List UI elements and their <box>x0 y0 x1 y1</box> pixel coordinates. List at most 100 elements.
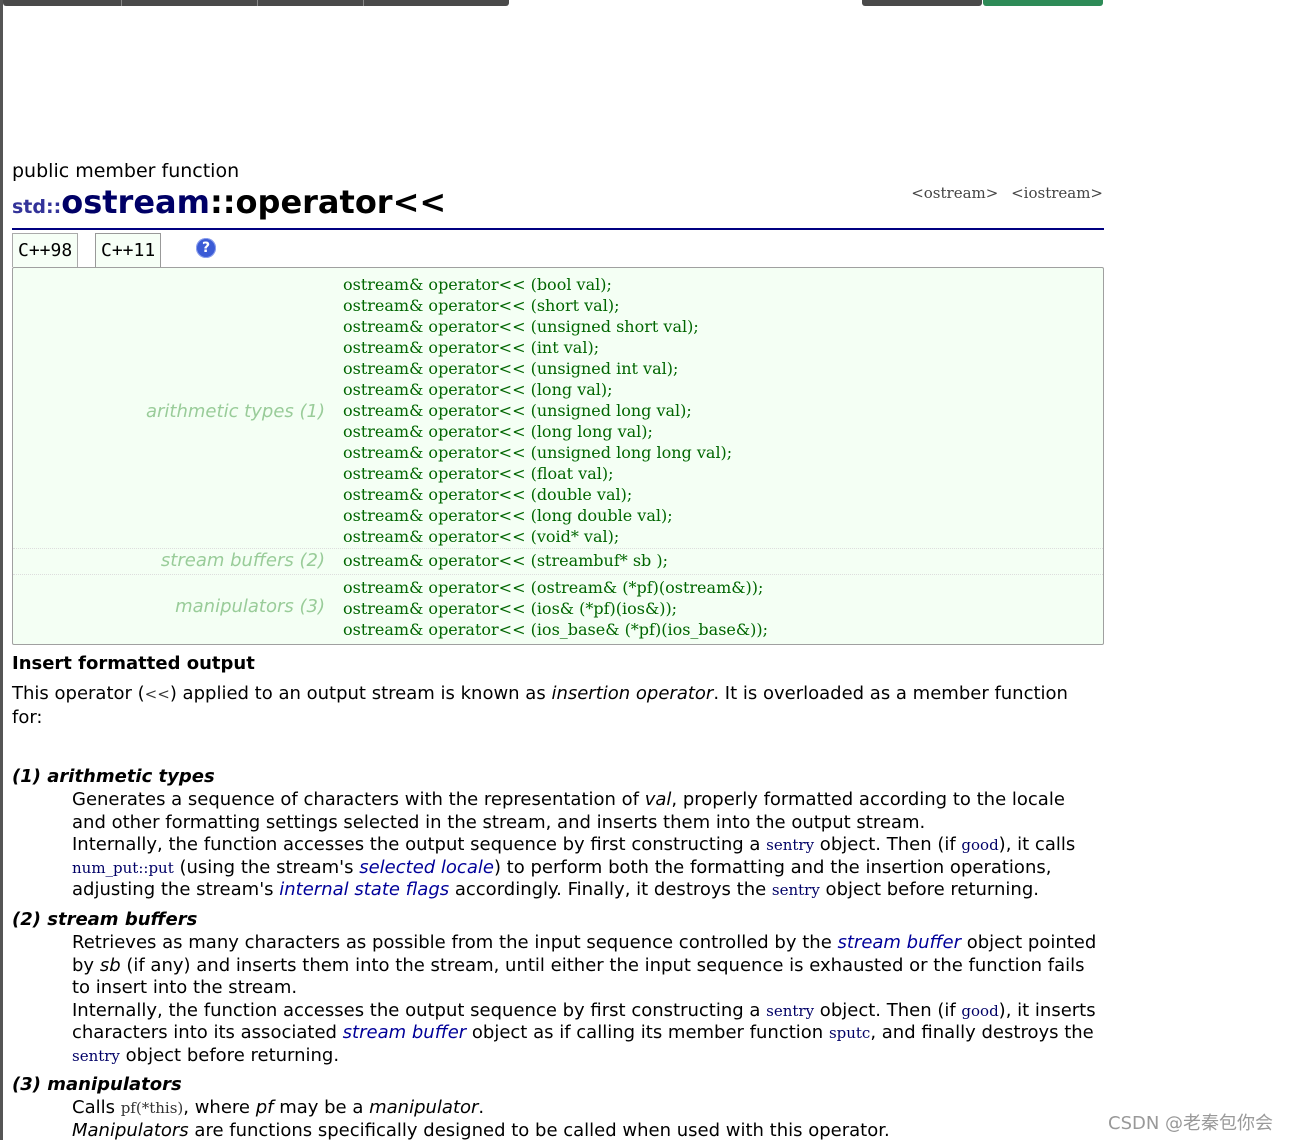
text: Generates a sequence of characters with … <box>72 789 645 810</box>
decl-group-streambuf: stream buffers (2) ostream& operator<< (… <box>13 548 1103 574</box>
declaration-line: ostream& operator<< (ostream& (*pf)(ostr… <box>343 577 768 598</box>
term: manipulator <box>369 1097 478 1118</box>
top-nav-button[interactable] <box>862 0 982 6</box>
paragraph: Calls pf(*this), where pf may be a manip… <box>72 1097 1102 1120</box>
help-icon[interactable]: ? <box>196 238 216 258</box>
text: ) applied to an output stream is known a… <box>170 683 552 704</box>
text: object before returning. <box>120 1045 339 1066</box>
link-stream-buffer[interactable]: stream buffer <box>837 932 961 953</box>
text: This operator ( <box>12 683 145 704</box>
group-label: manipulators (3) <box>175 596 325 617</box>
code-link-sputc[interactable]: sputc <box>829 1024 870 1042</box>
paragraph: Retrieves as many characters as possible… <box>72 932 1102 1000</box>
declarations-panel: arithmetic types (1) ostream& operator<<… <box>12 267 1104 645</box>
text: (using the stream's <box>174 857 359 878</box>
declaration-line: ostream& operator<< (void* val); <box>343 526 732 547</box>
code-link-sentry[interactable]: sentry <box>766 836 814 854</box>
text: Internally, the function accesses the ou… <box>72 834 766 855</box>
text: (if any) and inserts them into the strea… <box>72 955 1085 999</box>
code-link-sentry[interactable]: sentry <box>766 1002 814 1020</box>
text: , and finally destroys the <box>870 1022 1093 1043</box>
left-border <box>0 0 3 1140</box>
decl-lines: ostream& operator<< (ostream& (*pf)(ostr… <box>343 577 768 640</box>
text: object before returning. <box>820 879 1039 900</box>
operator-code: << <box>145 685 170 703</box>
group-label: stream buffers (2) <box>161 550 325 571</box>
term: insertion operator <box>551 683 713 704</box>
param-name: pf <box>256 1097 274 1118</box>
item-body-buffers: Retrieves as many characters as possible… <box>72 932 1102 1067</box>
group-label: arithmetic types (1) <box>146 401 325 422</box>
declaration-line: ostream& operator<< (bool val); <box>343 274 732 295</box>
declaration-line: ostream& operator<< (ios& (*pf)(ios&)); <box>343 598 768 619</box>
item-title-buffers: (2) stream buffers <box>12 909 197 930</box>
tab-cpp98[interactable]: C++98 <box>12 233 78 267</box>
watermark: CSDN @老秦包你会 <box>1108 1109 1273 1135</box>
paragraph: Internally, the function accesses the ou… <box>72 834 1102 902</box>
text: are functions specifically designed to b… <box>189 1120 890 1141</box>
top-nav-bar[interactable] <box>3 0 509 6</box>
declaration-line: ostream& operator<< (short val); <box>343 295 732 316</box>
code: pf(*this) <box>121 1099 184 1117</box>
text: ), it calls <box>999 834 1076 855</box>
header-link-ostream[interactable]: <ostream> <box>911 184 998 202</box>
item-title-manipulators: (3) manipulators <box>12 1074 182 1095</box>
member-name: operator<< <box>236 183 447 221</box>
declaration-line: ostream& operator<< (long double val); <box>343 505 732 526</box>
item-title-arithmetic: (1) arithmetic types <box>12 766 215 787</box>
code-link-sentry[interactable]: sentry <box>72 1047 120 1065</box>
text: accordingly. Finally, it destroys the <box>449 879 772 900</box>
paragraph: Internally, the function accesses the ou… <box>72 1000 1102 1068</box>
link-internal-state-flags[interactable]: internal state flags <box>279 879 449 900</box>
param-name: sb <box>100 955 121 976</box>
declaration-line: ostream& operator<< (int val); <box>343 337 732 358</box>
top-nav-button-active[interactable] <box>983 0 1103 6</box>
scope-separator: :: <box>210 183 236 221</box>
header-link-iostream[interactable]: <iostream> <box>1011 184 1103 202</box>
text: object. Then (if <box>814 834 961 855</box>
code-link-good[interactable]: good <box>961 836 998 854</box>
paragraph: Manipulators are functions specifically … <box>72 1120 1102 1142</box>
text: Calls <box>72 1097 121 1118</box>
text: Internally, the function accesses the ou… <box>72 1000 766 1021</box>
declaration-line: ostream& operator<< (unsigned long val); <box>343 400 732 421</box>
item-body-manipulators: Calls pf(*this), where pf may be a manip… <box>72 1097 1102 1142</box>
decl-lines: ostream& operator<< (bool val); ostream&… <box>343 274 732 547</box>
declaration-line: ostream& operator<< (float val); <box>343 463 732 484</box>
text: , where <box>183 1097 255 1118</box>
text: object as if calling its member function <box>466 1022 829 1043</box>
item-body-arithmetic: Generates a sequence of characters with … <box>72 789 1102 902</box>
decl-group-manipulators: manipulators (3) ostream& operator<< (os… <box>13 574 1103 643</box>
code-link-num-put[interactable]: num_put::put <box>72 859 174 877</box>
param-name: val <box>645 789 672 810</box>
version-tabs: C++98 C++11 ? <box>12 233 1104 268</box>
paragraph: Generates a sequence of characters with … <box>72 789 1102 834</box>
title-divider <box>12 228 1104 230</box>
header-files: <ostream> <iostream> <box>903 184 1103 202</box>
code-link-sentry[interactable]: sentry <box>772 881 820 899</box>
page-title: std::ostream::operator<< <box>12 183 446 221</box>
declaration-line: ostream& operator<< (long val); <box>343 379 732 400</box>
declaration-line: ostream& operator<< (unsigned long long … <box>343 442 732 463</box>
declaration-line: ostream& operator<< (ios_base& (*pf)(ios… <box>343 619 768 640</box>
section-heading: Insert formatted output <box>12 653 255 674</box>
code-link-good[interactable]: good <box>961 1002 998 1020</box>
declaration-line: ostream& operator<< (unsigned short val)… <box>343 316 732 337</box>
namespace-prefix: std:: <box>12 196 61 218</box>
decl-group-arithmetic: arithmetic types (1) ostream& operator<<… <box>13 274 1103 546</box>
text: . <box>478 1097 484 1118</box>
text: Retrieves as many characters as possible… <box>72 932 837 953</box>
member-type-label: public member function <box>12 160 239 182</box>
link-stream-buffer[interactable]: stream buffer <box>343 1022 467 1043</box>
declaration-line: ostream& operator<< (long long val); <box>343 421 732 442</box>
term: Manipulators <box>72 1120 189 1141</box>
link-selected-locale[interactable]: selected locale <box>359 857 494 878</box>
intro-paragraph: This operator (<<) applied to an output … <box>12 682 1092 729</box>
class-name: ostream <box>61 183 210 221</box>
tab-cpp11[interactable]: C++11 <box>95 233 161 268</box>
declaration-line: ostream& operator<< (unsigned int val); <box>343 358 732 379</box>
text: may be a <box>273 1097 369 1118</box>
declaration-line: ostream& operator<< (streambuf* sb ); <box>343 550 668 571</box>
declaration-line: ostream& operator<< (double val); <box>343 484 732 505</box>
decl-lines: ostream& operator<< (streambuf* sb ); <box>343 550 668 571</box>
